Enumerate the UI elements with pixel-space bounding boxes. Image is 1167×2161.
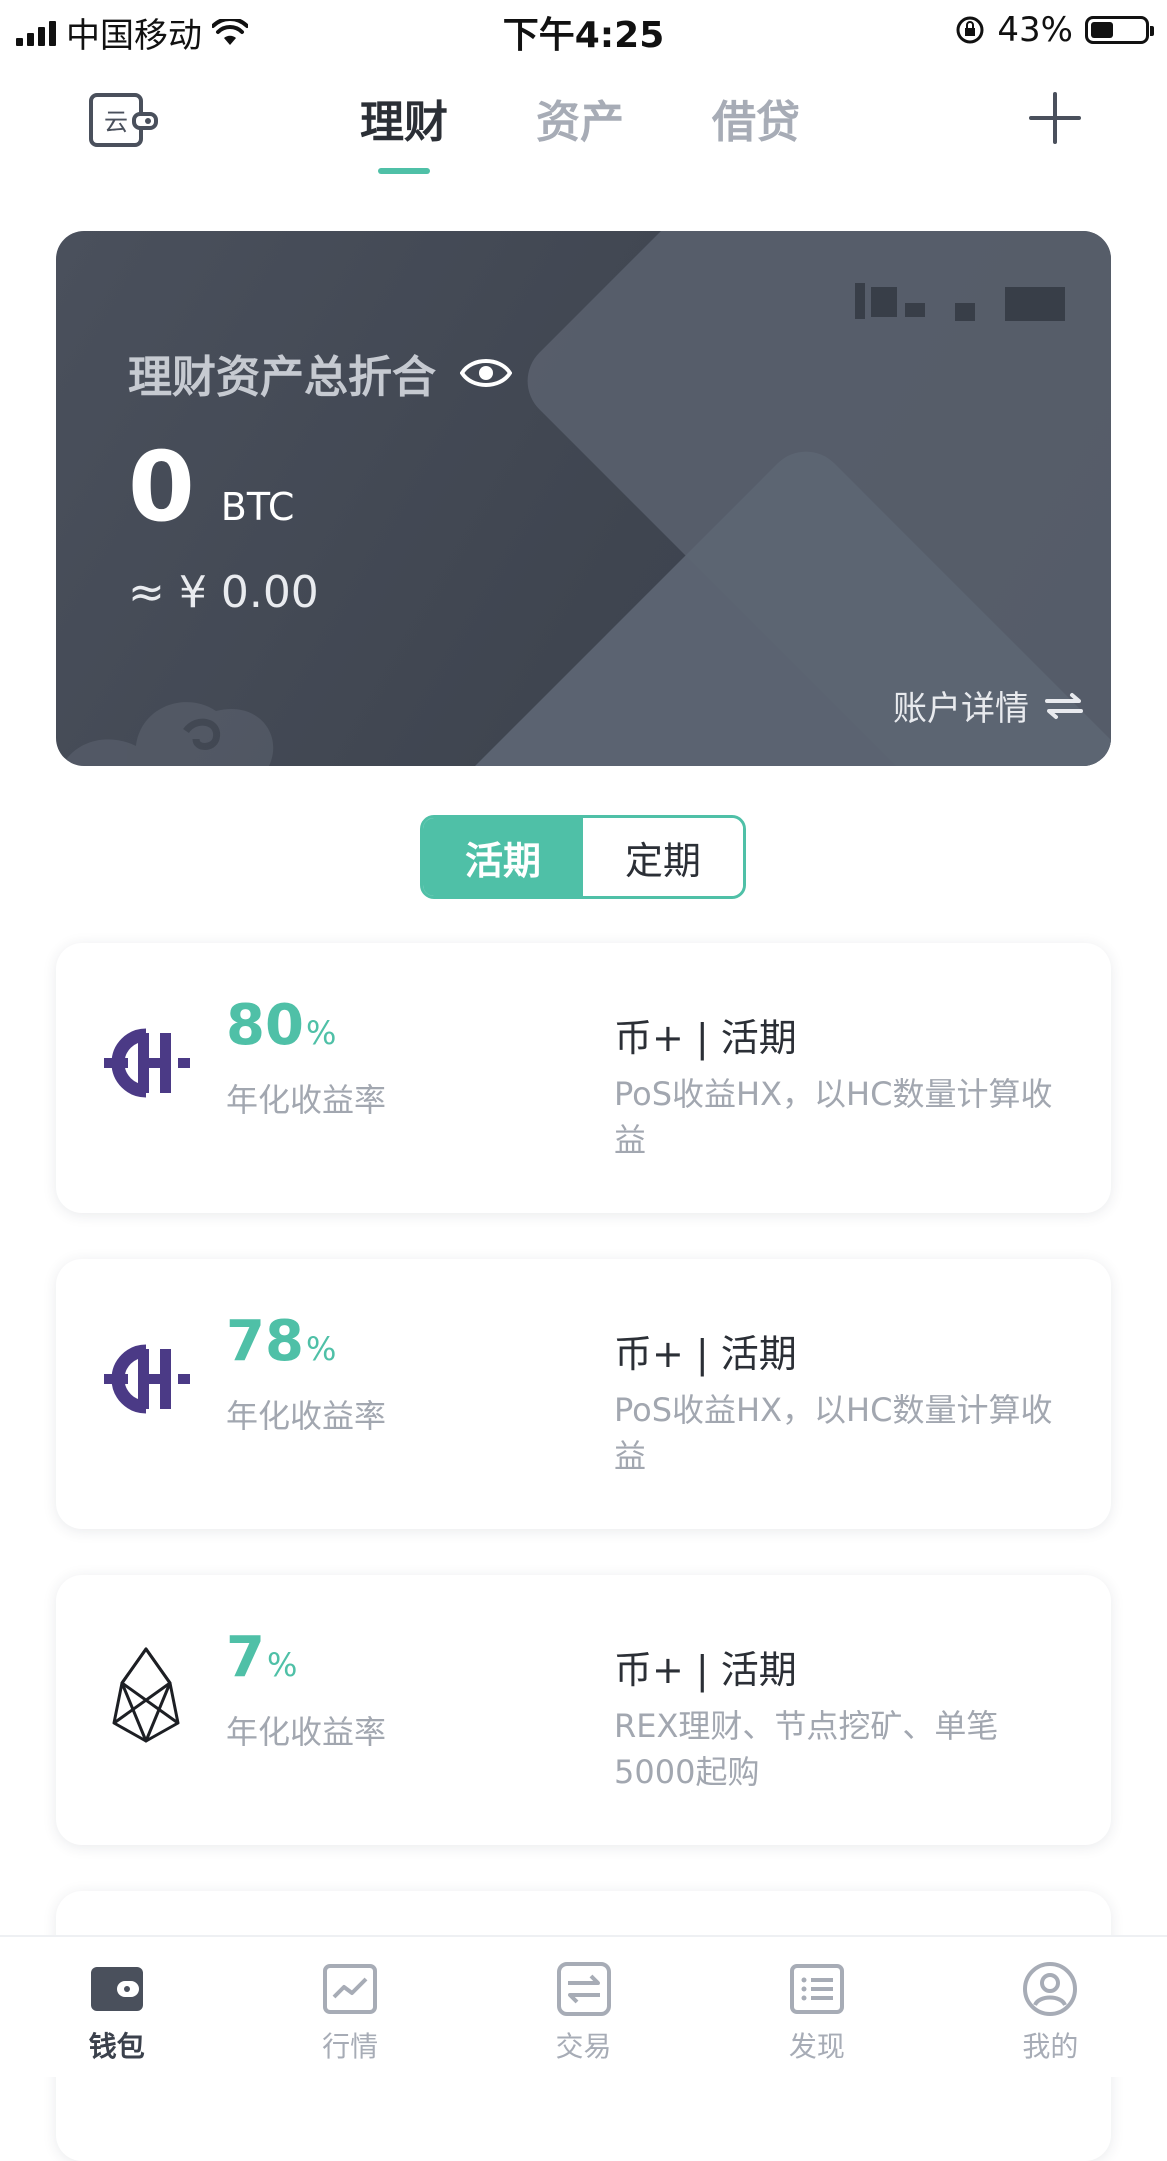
btc-amount: 0 — [128, 431, 195, 543]
tab-licai[interactable]: 理财 — [360, 86, 448, 150]
segment-fixed[interactable]: 定期 — [583, 818, 743, 896]
tab-jiedai[interactable]: 借贷 — [712, 86, 800, 150]
cloud-decoration — [62, 702, 274, 766]
account-detail-link[interactable]: 账户详情 — [893, 681, 1085, 730]
term-segment: 活期 定期 — [420, 815, 746, 899]
product-rate: 80% — [226, 993, 336, 1058]
segment-current[interactable]: 活期 — [423, 818, 583, 896]
product-title: 币+ | 活期 — [614, 1016, 797, 1060]
bottom-nav: 钱包 行情 交易 发现 我的 — [0, 1935, 1167, 2077]
btc-unit: BTC — [220, 485, 295, 529]
status-bar: 中国移动 下午4:25 43% — [0, 0, 1167, 60]
tab-zichan[interactable]: 资产 — [536, 86, 624, 150]
cny-amount: ≈ ¥ 0.00 — [128, 567, 319, 618]
nav-label: 交易 — [555, 2030, 612, 2063]
rotation-lock-icon — [956, 16, 984, 44]
exchange-icon — [556, 1962, 611, 2016]
card-amount: 0 BTC — [128, 431, 294, 543]
chart-icon — [323, 1964, 378, 2014]
nav-market[interactable]: 行情 — [233, 1937, 466, 2077]
product-desc: PoS收益HX，以HC数量计算收益 — [614, 1075, 1053, 1159]
card-title: 理财资产总折合 — [128, 341, 512, 405]
nav-wallet[interactable]: 钱包 — [0, 1937, 233, 2077]
battery-icon — [1085, 16, 1154, 44]
hcash-icon — [104, 1028, 190, 1098]
top-tabs: 理财 资产 借贷 — [360, 86, 800, 150]
rate-unit: % — [305, 1330, 337, 1368]
battery-percent: 43% — [997, 10, 1073, 50]
rate-value: 78 — [226, 1309, 304, 1374]
nav-label: 发现 — [788, 2030, 845, 2063]
rate-value: 7 — [226, 1625, 265, 1690]
status-right: 43% — [955, 10, 1154, 50]
list-icon — [789, 1964, 844, 2014]
eye-icon[interactable] — [460, 355, 512, 391]
product-title: 币+ | 活期 — [614, 1332, 797, 1376]
product-rate: 7% — [226, 1625, 297, 1690]
wallet-icon — [90, 1967, 143, 2011]
card-title-text: 理财资产总折合 — [128, 352, 436, 403]
product-rate: 78% — [226, 1309, 336, 1374]
rate-label: 年化收益率 — [226, 1081, 387, 1119]
account-detail-label: 账户详情 — [893, 689, 1029, 729]
nav-label: 行情 — [322, 2030, 379, 2063]
product-card[interactable]: 7% 年化收益率 币+ | 活期 REX理财、节点挖矿、单笔5000起购 — [56, 1575, 1111, 1845]
nav-discover[interactable]: 发现 — [700, 1937, 933, 2077]
nav-profile[interactable]: 我的 — [934, 1937, 1167, 2077]
rate-value: 80 — [226, 993, 304, 1058]
plus-icon[interactable] — [1027, 90, 1083, 146]
rate-unit: % — [266, 1646, 298, 1684]
rate-label: 年化收益率 — [226, 1713, 387, 1751]
product-card[interactable]: 78% 年化收益率 币+ | 活期 PoS收益HX，以HC数量计算收益 — [56, 1259, 1111, 1529]
rate-unit: % — [305, 1014, 337, 1052]
nav-trade[interactable]: 交易 — [467, 1937, 700, 2077]
product-desc: REX理财、节点挖矿、单笔5000起购 — [614, 1707, 999, 1791]
masked-account — [855, 273, 1085, 333]
nav-label: 我的 — [1022, 2030, 1079, 2063]
svg-text:云: 云 — [104, 108, 128, 136]
cloud-wallet-icon[interactable]: 云 — [88, 92, 160, 148]
hcash-icon — [104, 1344, 190, 1414]
swap-arrows-icon — [1045, 692, 1083, 719]
nav-label: 钱包 — [88, 2030, 145, 2063]
product-card[interactable]: 80% 年化收益率 币+ | 活期 PoS收益HX，以HC数量计算收益 — [56, 943, 1111, 1213]
rate-label: 年化收益率 — [226, 1397, 387, 1435]
profile-icon — [1023, 1962, 1078, 2016]
top-nav: 云 理财 资产 借贷 — [0, 70, 1167, 170]
asset-card: 理财资产总折合 0 BTC ≈ ¥ 0.00 账户详情 — [56, 231, 1111, 766]
eos-icon — [112, 1647, 180, 1743]
product-title: 币+ | 活期 — [614, 1648, 797, 1692]
product-desc: PoS收益HX，以HC数量计算收益 — [614, 1391, 1053, 1475]
